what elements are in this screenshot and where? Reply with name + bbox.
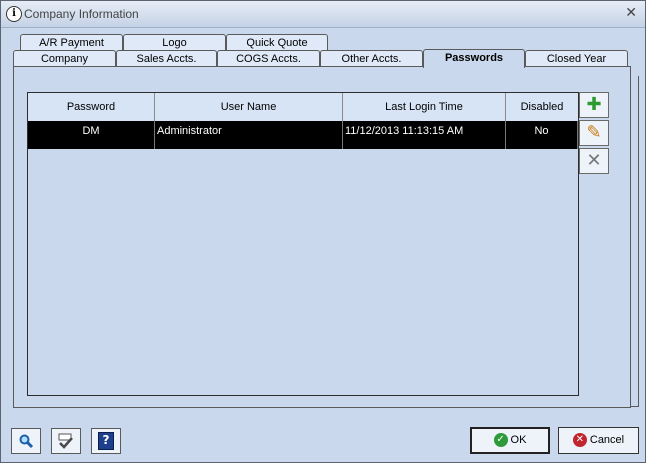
plus-icon: ✚ [586, 94, 602, 115]
tab-cogs-accts[interactable]: COGS Accts. [217, 50, 320, 66]
cell-disabled: No [506, 121, 578, 149]
help-button[interactable]: ? [91, 428, 121, 454]
tab-closed-year[interactable]: Closed Year [525, 50, 628, 66]
title-bar: i Company Information ✕ [1, 1, 645, 28]
tab-passwords[interactable]: Passwords [423, 49, 525, 68]
tab-sales-accts[interactable]: Sales Accts. [116, 50, 217, 66]
check-icon: ✓ [493, 433, 508, 448]
window-title: Company Information [24, 7, 139, 21]
add-user-button[interactable]: ✚ [579, 92, 609, 118]
column-header-password[interactable]: Password [28, 93, 155, 121]
info-icon: i [6, 6, 22, 22]
close-icon[interactable]: ✕ [625, 5, 637, 21]
tab-company[interactable]: Company [13, 50, 116, 66]
column-header-disabled[interactable]: Disabled [506, 93, 578, 121]
table-row[interactable]: DM Administrator 11/12/2013 11:13:15 AM … [28, 121, 578, 149]
column-header-user-name[interactable]: User Name [155, 93, 343, 121]
cell-last-login: 11/12/2013 11:13:15 AM [343, 121, 506, 149]
search-icon [18, 433, 34, 449]
search-button[interactable] [11, 428, 41, 454]
x-icon: ✕ [586, 150, 602, 171]
cell-password: DM [28, 121, 155, 149]
cancel-icon: ✕ [572, 433, 587, 448]
tab-quick-quote[interactable]: Quick Quote [226, 34, 328, 50]
cell-user-name: Administrator [155, 121, 343, 149]
tab-ar-payment[interactable]: A/R Payment [20, 34, 123, 50]
tab-other-accts[interactable]: Other Accts. [320, 50, 423, 66]
edit-user-button[interactable]: ✎ [579, 120, 609, 146]
ok-button[interactable]: ✓ OK [470, 427, 550, 454]
column-header-last-login[interactable]: Last Login Time [343, 93, 506, 121]
pencil-icon: ✎ [586, 122, 602, 143]
spellcheck-button[interactable] [51, 428, 81, 454]
tab-logo[interactable]: Logo [123, 34, 226, 50]
help-icon: ? [98, 432, 114, 450]
cancel-button[interactable]: ✕ Cancel [558, 427, 639, 454]
passwords-grid: Password User Name Last Login Time Disab… [27, 92, 579, 396]
grid-header: Password User Name Last Login Time Disab… [28, 93, 578, 122]
delete-user-button[interactable]: ✕ [579, 148, 609, 174]
spellcheck-icon [57, 433, 75, 449]
company-information-window: i Company Information ✕ A/R Payment Logo… [0, 0, 646, 463]
